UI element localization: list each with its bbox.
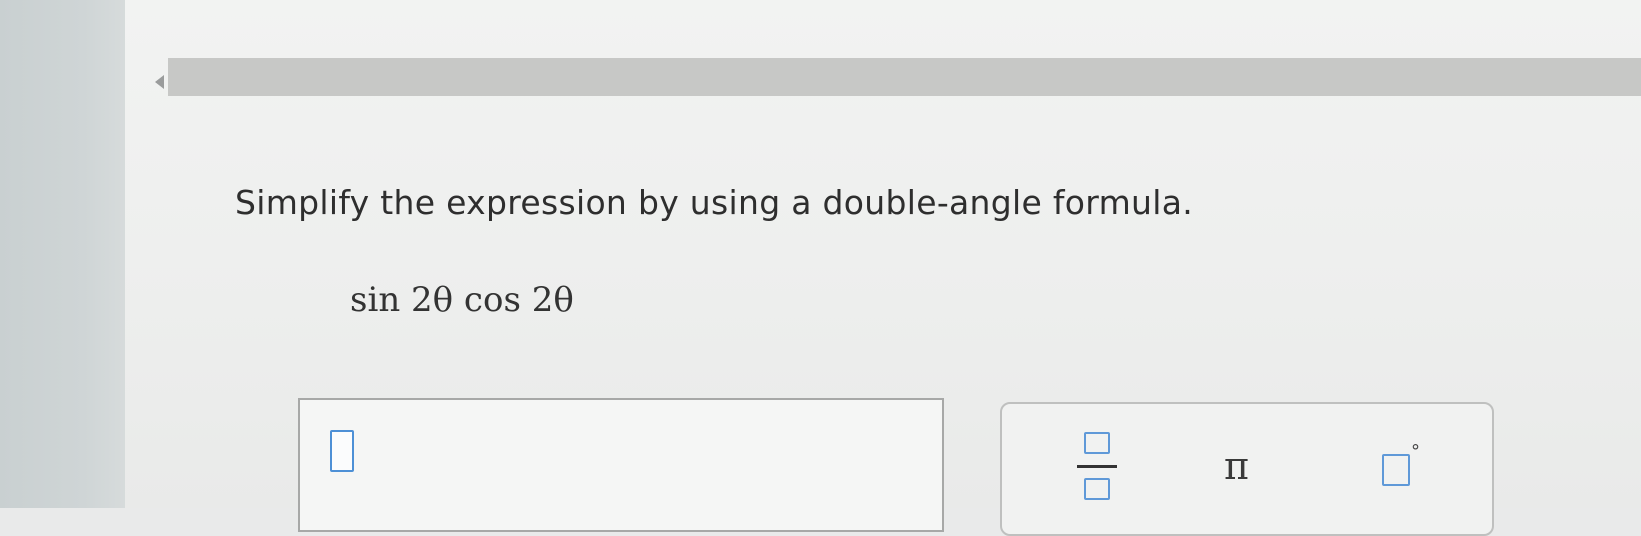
answer-cursor-slot[interactable]: [330, 430, 354, 472]
answer-input[interactable]: [298, 398, 944, 532]
fraction-bar-icon: [1077, 465, 1117, 468]
math-expression: sin 2θ cos 2θ: [350, 280, 574, 320]
numerator-box-icon: [1084, 432, 1110, 454]
screen-bezel: [0, 0, 140, 508]
denominator-box-icon: [1084, 478, 1110, 500]
fraction-button[interactable]: [1077, 432, 1117, 502]
math-toolbox: π °: [1000, 402, 1494, 536]
degree-button[interactable]: °: [1382, 441, 1422, 489]
degree-box-icon: [1382, 454, 1410, 486]
pi-button[interactable]: π: [1224, 444, 1249, 488]
question-header-bar: [168, 58, 1641, 96]
question-prompt: Simplify the expression by using a doubl…: [235, 183, 1194, 222]
collapse-arrow-icon[interactable]: [155, 75, 164, 89]
degree-symbol: °: [1411, 441, 1420, 462]
